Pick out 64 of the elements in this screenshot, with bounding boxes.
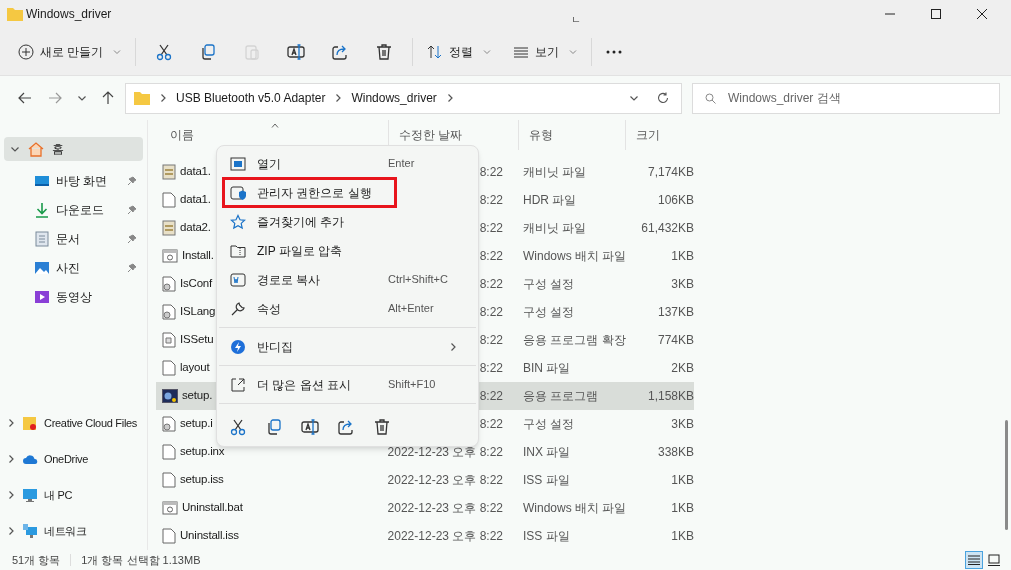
file-name: IsConf [180, 276, 213, 292]
table-cell-text: 8:22 [479, 388, 503, 405]
file-name: setup.inx [180, 444, 225, 460]
table-cell-text: ISS 파일 [522, 528, 571, 545]
file-name: setup.i [180, 416, 213, 432]
table-cell-text: 774KB [656, 332, 694, 349]
table-cell-text: 137KB [656, 304, 694, 321]
table-cell-text: 1KB [670, 248, 694, 265]
table-cell-text: 1KB [670, 472, 694, 489]
file-name: Install. [182, 248, 214, 264]
table-cell-text: 캐비닛 파일 [522, 220, 588, 237]
file-name: Uninstall.bat [182, 500, 243, 516]
file-name: Uninstall.iss [180, 528, 239, 544]
table-cell-text: 캐비닛 파일 [522, 164, 588, 181]
table-cell-text: 2022-12-23 오후 8:22 [387, 472, 503, 489]
shortcut-text: Alt+Enter [388, 301, 435, 317]
table-cell-text: 8:22 [479, 332, 503, 349]
table-cell-text: 8:22 [479, 416, 503, 433]
item-count: 51개 항목 [12, 552, 61, 568]
file-name: data1. [180, 164, 211, 180]
table-cell-text: 1,158KB [646, 388, 694, 405]
table-cell-text: Windows 배치 파일 [522, 500, 628, 517]
shortcut-text: Shift+F10 [388, 377, 437, 393]
table-cell-text: 1KB [670, 500, 694, 517]
table-cell-text: 338KB [656, 444, 694, 461]
table-cell-text: 8:22 [479, 276, 503, 293]
table-cell-text: BIN 파일 [522, 360, 572, 377]
table-cell-text: 구성 설정 [522, 416, 576, 433]
file-name: ISSetu [180, 332, 214, 348]
table-cell-text: 응용 프로그램 [522, 388, 600, 405]
file-name: data1. [180, 192, 211, 208]
shortcut-text: Ctrl+Shift+C [388, 272, 449, 288]
table-cell-text: 8:22 [479, 192, 503, 209]
table-cell-text: 3KB [670, 416, 694, 433]
table-cell-text: 8:22 [479, 248, 503, 265]
file-name: setup. [182, 388, 213, 404]
table-cell-text: 8:22 [479, 164, 503, 181]
table-cell-text: 3KB [670, 276, 694, 293]
table-cell-text: 8:22 [479, 360, 503, 377]
selection-info: 1개 항목 선택함 1.13MB [81, 552, 201, 568]
window-title: Windows_driver [26, 6, 112, 23]
table-cell-text: 2022-12-23 오후 8:22 [387, 444, 503, 461]
table-cell-text: 106KB [656, 192, 694, 209]
table-cell-text: 1KB [670, 528, 694, 545]
shortcut-text: Enter [388, 156, 416, 172]
table-cell-text: 8:22 [479, 220, 503, 237]
file-name: setup.iss [180, 472, 224, 488]
table-cell-text: INX 파일 [522, 444, 572, 461]
file-name: ISLang [180, 304, 216, 320]
table-cell-text: 2KB [670, 360, 694, 377]
file-name: data2. [180, 220, 211, 236]
file-name: layout [180, 360, 210, 376]
table-cell-text: 7,174KB [646, 164, 694, 181]
table-cell-text: 2022-12-23 오후 8:22 [387, 500, 503, 517]
ime-indicator: ㄴ [571, 12, 582, 27]
table-cell-text: ISS 파일 [522, 472, 571, 489]
table-cell-text: 구성 설정 [522, 276, 576, 293]
table-cell-text: 응용 프로그램 확장 [522, 332, 627, 349]
table-cell-text: 2022-12-23 오후 8:22 [387, 528, 503, 545]
table-cell-text: 구성 설정 [522, 304, 576, 321]
table-cell-text: 8:22 [479, 304, 503, 321]
table-cell-text: 61,432KB [640, 220, 694, 237]
table-cell-text: HDR 파일 [522, 192, 578, 209]
table-cell-text: Windows 배치 파일 [522, 248, 628, 265]
